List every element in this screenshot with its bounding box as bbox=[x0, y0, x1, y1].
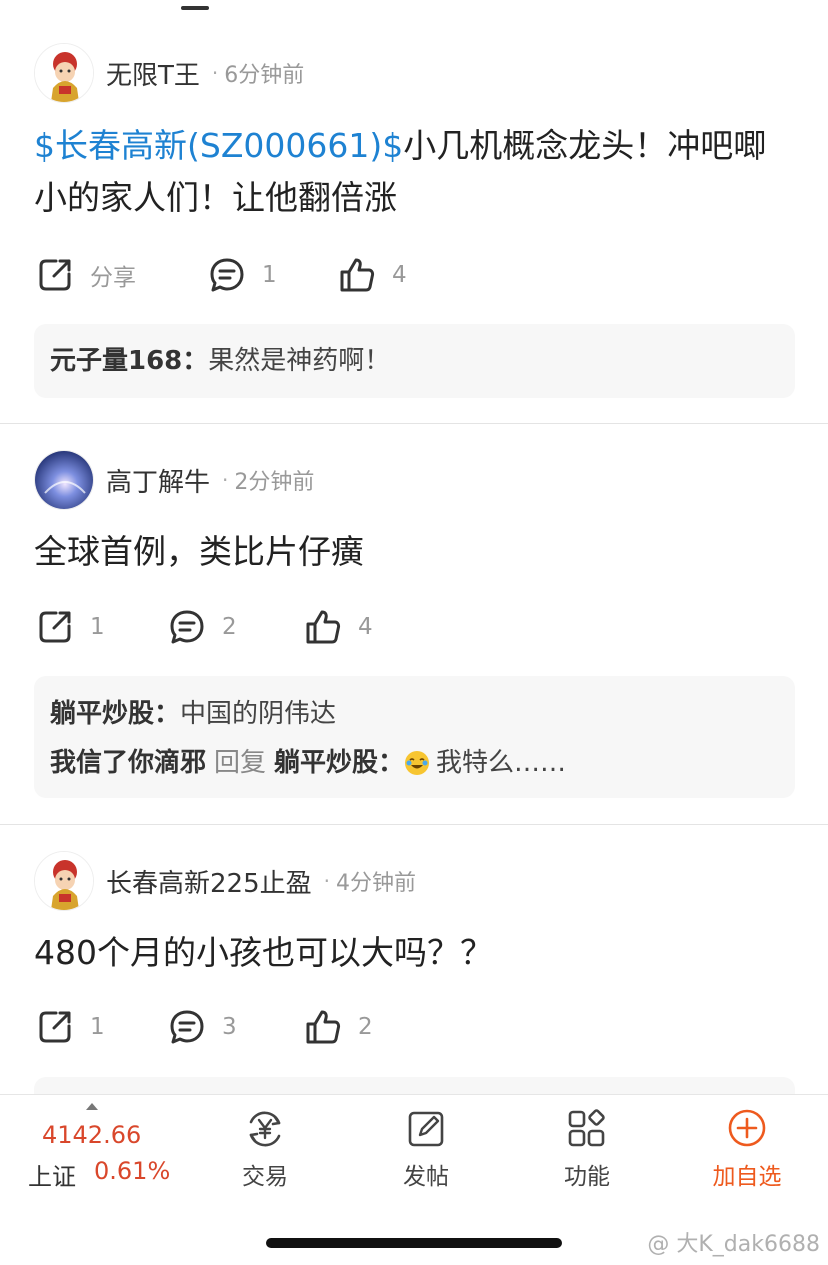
thumbs-up-icon bbox=[306, 1010, 341, 1044]
post-2[interactable]: 高丁解牛 · 2分钟前 全球首例，类比片仔癀 1 2 4 躺平炒股： 中国的阴伟达… bbox=[0, 424, 828, 824]
avatar[interactable] bbox=[34, 450, 94, 510]
username[interactable]: 长春高新225止盈 bbox=[106, 863, 312, 900]
share-button[interactable]: 1 bbox=[36, 1007, 105, 1047]
watermark: @ 大K_dak6688 bbox=[647, 1232, 820, 1257]
comment-count: 3 bbox=[222, 1014, 237, 1040]
reply-to-author[interactable]: 躺平炒股： bbox=[274, 745, 404, 781]
share-button[interactable]: 分享 bbox=[36, 255, 136, 295]
comment-text: 果然是神药啊！ bbox=[208, 346, 391, 376]
expand-up-icon[interactable] bbox=[86, 1103, 98, 1110]
post-time: 6分钟前 bbox=[224, 63, 305, 88]
tab-functions[interactable]: 功能 bbox=[537, 1107, 637, 1190]
tab-label: 加自选 bbox=[712, 1164, 782, 1190]
thumbs-up-icon bbox=[340, 258, 375, 292]
yen-exchange-icon bbox=[249, 1111, 281, 1147]
tab-trade[interactable]: 交易 bbox=[215, 1107, 315, 1190]
comment-preview[interactable]: 元子量168： 果然是神药啊！ bbox=[34, 324, 795, 398]
comment-line: 我信了你滴邪 回复 躺平炒股： 我特么…… bbox=[50, 745, 566, 781]
tab-add-watchlist[interactable]: 加自选 bbox=[697, 1107, 797, 1190]
username[interactable]: 高丁解牛 bbox=[106, 462, 210, 499]
tab-label: 功能 bbox=[564, 1164, 610, 1190]
thumbs-up-icon bbox=[306, 610, 341, 644]
tab-post[interactable]: 发帖 bbox=[376, 1107, 476, 1190]
post-1[interactable]: 无限T王 · 6分钟前 $长春高新(SZ000661)$小几机概念龙头！冲吧唧小… bbox=[0, 0, 828, 424]
share-count: 1 bbox=[90, 1014, 105, 1040]
like-button[interactable]: 4 bbox=[304, 607, 373, 647]
like-count: 4 bbox=[392, 262, 407, 288]
like-count: 2 bbox=[358, 1014, 373, 1040]
post-actions: 1 3 2 bbox=[36, 1007, 436, 1047]
post-text[interactable]: $长春高新(SZ000661)$小几机概念龙头！冲吧唧小的家人们！让他翻倍涨 bbox=[34, 120, 796, 224]
comment-icon bbox=[210, 258, 244, 292]
comment-preview[interactable] bbox=[34, 1077, 795, 1094]
post-time: 2分钟前 bbox=[234, 470, 315, 495]
post-header: 高丁解牛 · 2分钟前 bbox=[34, 449, 314, 511]
comment-text: 我特么…… bbox=[436, 748, 567, 778]
username[interactable]: 无限T王 bbox=[106, 55, 200, 92]
comment-button[interactable]: 3 bbox=[168, 1007, 237, 1047]
comment-icon bbox=[170, 610, 204, 644]
comment-count: 2 bbox=[222, 614, 237, 640]
reply-word: 回复 bbox=[214, 748, 267, 778]
like-button[interactable]: 2 bbox=[304, 1007, 373, 1047]
post-time: 4分钟前 bbox=[336, 871, 416, 896]
comment-count: 1 bbox=[262, 262, 277, 288]
comment-line: 躺平炒股： 中国的阴伟达 bbox=[50, 696, 336, 732]
comment-line: 元子量168： 果然是神药啊！ bbox=[50, 343, 390, 379]
edit-post-icon bbox=[408, 1111, 444, 1147]
comment-button[interactable]: 2 bbox=[168, 607, 237, 647]
add-circle-icon bbox=[728, 1109, 766, 1147]
apps-grid-icon bbox=[568, 1109, 605, 1147]
post-header: 无限T王 · 6分钟前 bbox=[34, 42, 304, 104]
index-change: 0.61% bbox=[94, 1157, 171, 1185]
post-actions: 分享 1 4 bbox=[36, 255, 436, 295]
avatar[interactable] bbox=[34, 43, 94, 103]
post-3[interactable]: 长春高新225止盈 · 4分钟前 480个月的小孩也可以大吗？？ 1 3 2 bbox=[0, 825, 828, 1094]
share-icon bbox=[39, 259, 71, 291]
comment-text: 中国的阴伟达 bbox=[180, 699, 337, 729]
share-icon bbox=[39, 611, 71, 643]
post-actions: 1 2 4 bbox=[36, 607, 436, 647]
comment-author[interactable]: 我信了你滴邪 bbox=[50, 745, 206, 781]
stock-link[interactable]: $长春高新(SZ000661)$ bbox=[34, 126, 403, 165]
post-header: 长春高新225止盈 · 4分钟前 bbox=[34, 850, 416, 912]
like-button[interactable]: 4 bbox=[338, 255, 407, 295]
laughing-crying-emoji-icon bbox=[405, 751, 430, 775]
comment-icon bbox=[170, 1010, 204, 1044]
separator-dot: · bbox=[211, 61, 219, 85]
index-value: 4142.66 bbox=[42, 1121, 142, 1149]
like-count: 4 bbox=[358, 614, 373, 640]
separator-dot: · bbox=[323, 869, 330, 893]
share-button[interactable]: 1 bbox=[36, 607, 105, 647]
post-body-text[interactable]: 全球首例，类比片仔癀 bbox=[34, 526, 796, 578]
share-label: 分享 bbox=[90, 265, 136, 291]
share-icon bbox=[39, 1011, 71, 1043]
comment-author[interactable]: 元子量168： bbox=[50, 343, 208, 379]
index-name: 上证 bbox=[28, 1163, 76, 1191]
tab-label: 交易 bbox=[242, 1164, 288, 1190]
home-indicator[interactable] bbox=[266, 1238, 562, 1248]
comment-button[interactable]: 1 bbox=[208, 255, 277, 295]
separator-dot: · bbox=[222, 468, 229, 492]
tab-label: 发帖 bbox=[403, 1164, 449, 1190]
comment-preview[interactable]: 躺平炒股： 中国的阴伟达 我信了你滴邪 回复 躺平炒股： 我特么…… bbox=[34, 676, 795, 798]
share-count: 1 bbox=[90, 614, 105, 640]
comment-author[interactable]: 躺平炒股： bbox=[50, 696, 180, 732]
avatar[interactable] bbox=[34, 851, 94, 911]
post-body-text[interactable]: 480个月的小孩也可以大吗？？ bbox=[34, 927, 796, 979]
